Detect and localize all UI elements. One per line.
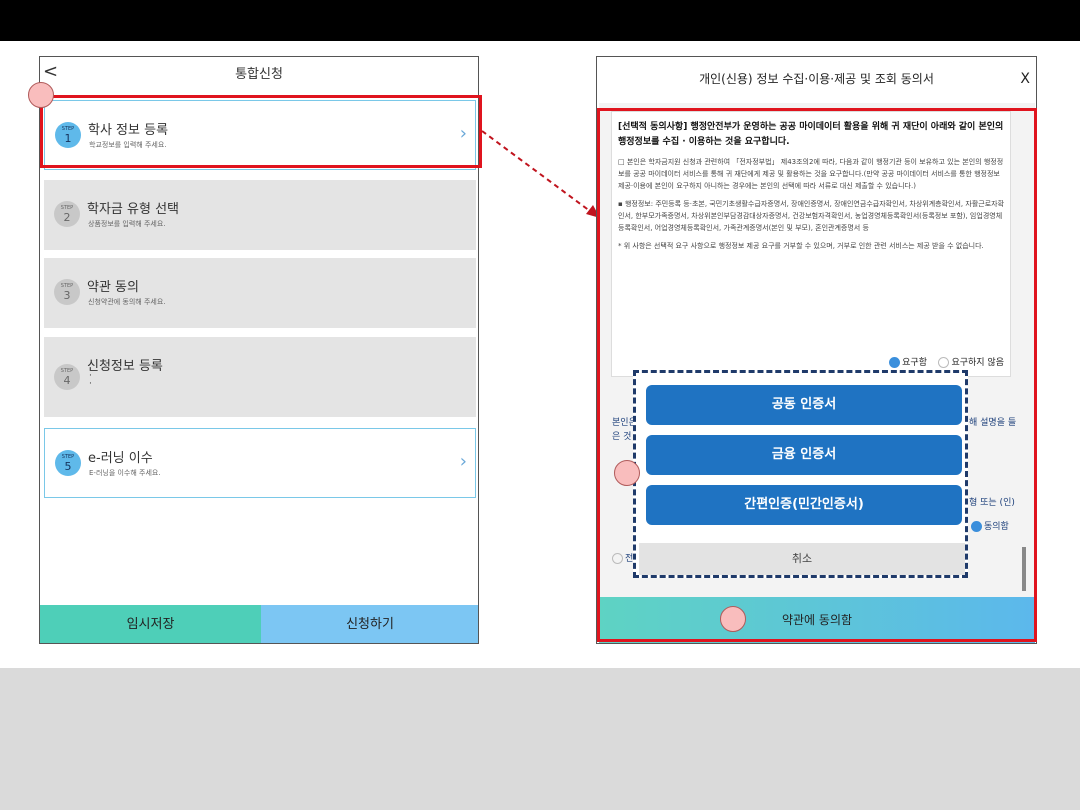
- dialog-title: 개인(신용) 정보 수집·이용·제공 및 조회 동의서: [699, 72, 934, 86]
- annotation-marker: [614, 460, 640, 486]
- cancel-button[interactable]: 취소: [639, 543, 965, 575]
- simple-auth-button[interactable]: 간편인증(민간인증서): [646, 485, 962, 525]
- certificate-popup: 공동 인증서 금융 인증서 간편인증(민간인증서) 취소: [633, 370, 968, 578]
- joint-certificate-button[interactable]: 공동 인증서: [646, 385, 962, 425]
- financial-certificate-button[interactable]: 금융 인증서: [646, 435, 962, 475]
- annotation-marker: [720, 606, 746, 632]
- close-button[interactable]: X: [1020, 57, 1030, 101]
